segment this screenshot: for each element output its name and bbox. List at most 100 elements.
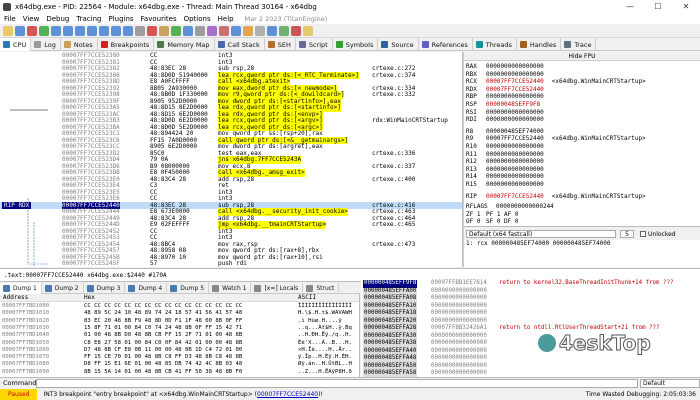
open-icon[interactable] xyxy=(3,25,13,36)
functions-icon[interactable] xyxy=(219,25,229,36)
arg-count-spinner[interactable]: 5 xyxy=(620,230,634,238)
memory-icon[interactable] xyxy=(159,25,169,36)
dump-row[interactable]: 00007FF7BD1060 D7 48 8B CF E8 0B 11 00 00… xyxy=(0,347,359,354)
dump-row[interactable]: 00007FF7BD1030 15 8F 71 01 00 84 C0 74 24… xyxy=(0,325,359,332)
trace-over-icon[interactable] xyxy=(99,25,109,36)
stack-row[interactable]: 000000485EFF9F8 00007FFBB1EE7614 return to… xyxy=(361,280,700,288)
dump-tab-5[interactable]: Dump 5 xyxy=(167,283,210,294)
disasm-row[interactable]: 00007FF7CCE5245F 57 push rdi xyxy=(0,260,462,267)
register-row[interactable]: RDI 0000000000000000 xyxy=(466,116,552,124)
tab-script[interactable]: Script xyxy=(296,38,333,51)
execute-till-return-icon[interactable] xyxy=(111,25,121,36)
menu-item-file[interactable]: File xyxy=(4,15,16,23)
dump-tab-icon xyxy=(306,285,314,292)
tab-breakpoints[interactable]: Breakpoints xyxy=(98,38,155,51)
restart-icon[interactable] xyxy=(15,25,25,36)
tab-handles[interactable]: Handles xyxy=(517,38,562,51)
command-mode-dropdown[interactable]: Default xyxy=(640,378,700,388)
pause-icon[interactable] xyxy=(51,25,61,36)
menu-item-plugins[interactable]: Plugins xyxy=(108,15,133,23)
tab-threads[interactable]: Threads xyxy=(473,38,517,51)
dump-row[interactable]: 00007FF7BD1000 CC CC CC CC CC CC CC CC CC… xyxy=(0,303,359,310)
tab-notes[interactable]: Notes xyxy=(61,38,98,51)
dump-tab-8[interactable]: Struct xyxy=(303,283,340,294)
bookmarks-icon[interactable] xyxy=(207,25,217,36)
close-button[interactable]: ✕ xyxy=(672,0,700,13)
dump-row[interactable]: 00007FF7BD1080 D8 FF 15 E1 6E 01 00 48 85… xyxy=(0,361,359,368)
stack-row[interactable]: 000000485EFFA00 0000000000000000 xyxy=(361,287,700,296)
tab-cpu[interactable]: CPU xyxy=(0,38,32,51)
registers-panel[interactable]: Hide FPU RAX 0000000000000000 RBX 000000000… xyxy=(464,52,700,227)
stack-comment: return to kernel32.BaseThreadInitThunk+1… xyxy=(499,280,674,286)
stack-address: 000000485EFFA48 xyxy=(363,355,418,363)
dump-row[interactable]: 00007FF7BD1090 8B 15 5A 14 01 00 48 8B CB… xyxy=(0,369,359,376)
stack-value: 0000000000000000 xyxy=(431,317,487,324)
step-into-icon[interactable] xyxy=(63,25,73,36)
dump-view[interactable]: Address Hex ASCII 00007FF7BD1000 CC CC CC… xyxy=(0,294,360,377)
stack-view[interactable]: 000000485EFF9F8 00007FFBB1EE7614 return to… xyxy=(361,279,700,377)
status-address-link[interactable]: 00007FF7CCE52440 xyxy=(257,391,318,398)
dump-row[interactable]: 00007FF7BD1040 01 00 48 8B D0 48 8B CB FF… xyxy=(0,332,359,339)
tab-log[interactable]: Log xyxy=(31,38,61,51)
command-input[interactable] xyxy=(36,378,638,388)
register-row[interactable]: R15 0000000000000000 xyxy=(466,181,552,189)
ascii-icon[interactable] xyxy=(255,25,265,36)
hide-fpu-button[interactable]: Hide FPU xyxy=(464,52,700,61)
unlocked-checkbox[interactable] xyxy=(640,231,646,237)
tab-references[interactable]: References xyxy=(419,38,473,51)
dump-tab-2[interactable]: Dump 2 xyxy=(42,283,84,294)
patches-icon[interactable] xyxy=(243,25,253,36)
menu-item-debug[interactable]: Debug xyxy=(46,15,69,23)
close-icon[interactable] xyxy=(27,25,37,36)
tab-symbols[interactable]: Symbols xyxy=(333,38,379,51)
menu-item-favourites[interactable]: Favourites xyxy=(141,15,177,23)
dump-row[interactable]: 00007FF7BD1020 83 EC 20 48 8B F9 48 8D 0D… xyxy=(0,318,359,325)
labels-icon[interactable] xyxy=(195,25,205,36)
menu-item-tracing[interactable]: Tracing xyxy=(76,15,101,23)
dump-tab-icon xyxy=(212,285,220,292)
hex-icon[interactable] xyxy=(267,25,277,36)
stack-row[interactable]: 000000485EFFA18 0000000000000000 xyxy=(361,310,700,318)
stack-row[interactable]: 000000485EFFA58 0000000000000000 xyxy=(361,370,700,377)
register-row[interactable]: CF 0TF 0 IF 1 xyxy=(466,226,527,227)
dump-row[interactable]: 00007FF7BD1050 C8 E8 27 58 01 00 84 C0 0F… xyxy=(0,340,359,347)
settings-icon[interactable] xyxy=(303,25,313,36)
tab-label: References xyxy=(431,40,468,49)
minimize-button[interactable]: — xyxy=(616,0,644,13)
stack-row[interactable]: 000000485EFFA48 0000000000000000 xyxy=(361,355,700,363)
stack-address: 000000485EFFA30 xyxy=(363,332,418,341)
tab-trace[interactable]: Trace xyxy=(561,38,597,51)
tab-seh[interactable]: SEH xyxy=(265,38,296,51)
menu-item-options[interactable]: Options xyxy=(184,15,211,23)
dump-tab-4[interactable]: Dump 4 xyxy=(125,283,168,294)
scylla-icon[interactable] xyxy=(135,25,145,36)
variables-icon[interactable] xyxy=(231,25,241,36)
step-over-icon[interactable] xyxy=(75,25,85,36)
run-icon[interactable] xyxy=(39,25,49,36)
comments-icon[interactable] xyxy=(183,25,193,36)
dump-tab-1[interactable]: Dump 1 xyxy=(0,283,42,294)
calling-convention-select[interactable]: Default (x64 fastcall) xyxy=(466,230,616,238)
breakpoint-icon[interactable] xyxy=(147,25,157,36)
trace-into-icon[interactable] xyxy=(87,25,97,36)
menu-item-view[interactable]: View xyxy=(23,15,40,23)
dump-tab-7[interactable]: [x=] Locals xyxy=(251,283,304,294)
dump-tab-3[interactable]: Dump 3 xyxy=(84,283,126,294)
cpu-info-icon[interactable] xyxy=(291,25,301,36)
dump-tab-6[interactable]: Watch 1 xyxy=(209,283,252,294)
disassembly-view[interactable]: 00007FF7CCE52380 CC int3 00007FF7CCE52381 CC… xyxy=(0,52,463,267)
maximize-button[interactable]: ☐ xyxy=(644,0,672,13)
menu-item-help[interactable]: Help xyxy=(218,15,234,23)
stack-row[interactable]: 000000485EFFA10 0000000000000000 xyxy=(361,302,700,311)
calls-icon[interactable] xyxy=(171,25,181,36)
run-to-user-code-icon[interactable] xyxy=(123,25,133,36)
tab-source[interactable]: Source xyxy=(378,38,419,51)
symbols-icon[interactable] xyxy=(279,25,289,36)
stack-row[interactable]: 000000485EFFA08 0000000000000000 xyxy=(361,295,700,303)
tab-call-stack[interactable]: Call Stack xyxy=(215,38,265,51)
register-row[interactable]: RIP 00007FF7CCE52440 <x64dbg.WinMainCRTSta… xyxy=(466,193,646,201)
dump-row[interactable]: 00007FF7BD1010 48 89 5C 24 10 48 89 74 24… xyxy=(0,310,359,317)
stack-row[interactable]: 000000485EFFA20 0000000000000000 xyxy=(361,317,700,326)
tab-memory-map[interactable]: Memory Map xyxy=(154,38,215,51)
stack-row[interactable]: 000000485EFFA50 0000000000000000 xyxy=(361,362,700,371)
